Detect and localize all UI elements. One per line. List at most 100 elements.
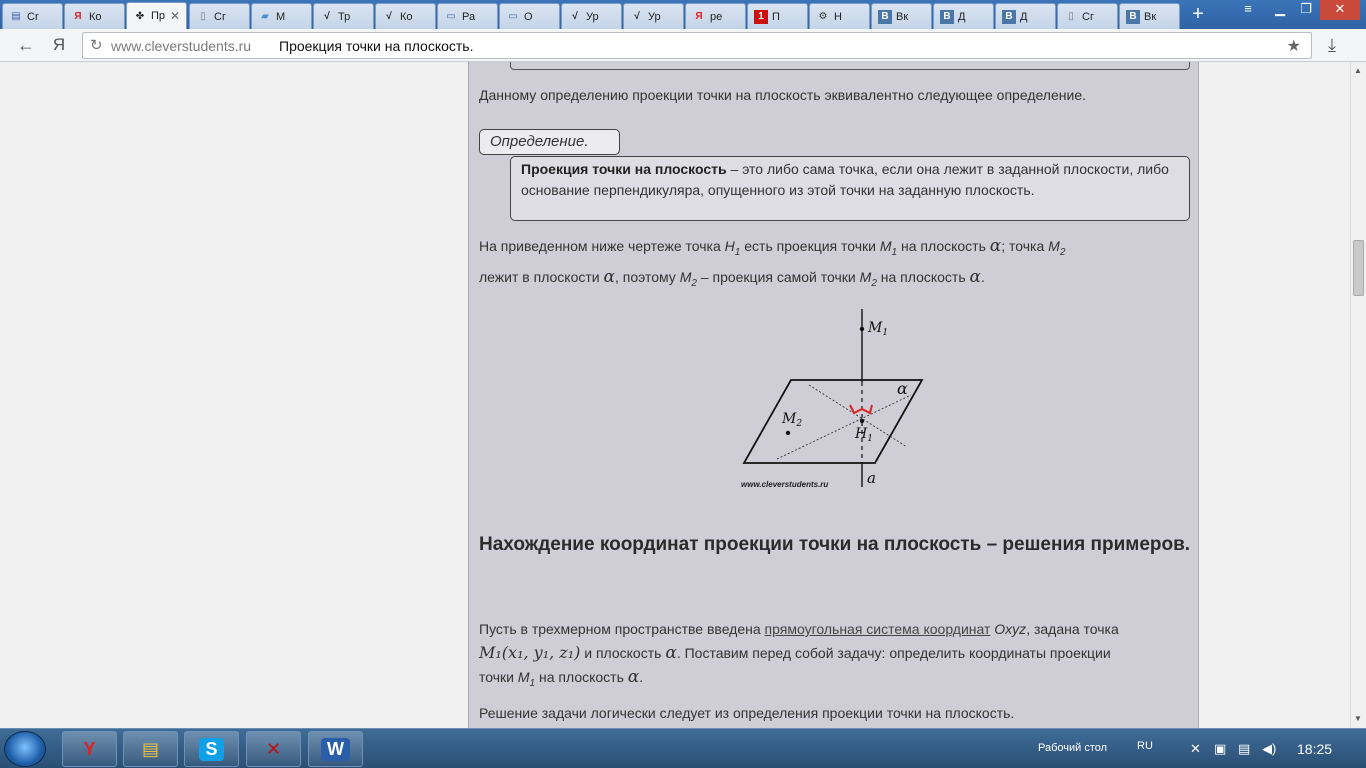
skype-icon[interactable]: S xyxy=(184,731,239,767)
tab[interactable]: ВД xyxy=(933,3,994,29)
scrollbar-thumb[interactable] xyxy=(1353,240,1364,296)
language-indicator[interactable]: RU xyxy=(1137,740,1153,752)
math-oxyz: Oxyz xyxy=(994,621,1027,637)
desktop-label[interactable]: Рабочий стол xyxy=(1038,742,1107,754)
label-m1: M1 xyxy=(867,320,888,338)
book-icon: ▭ xyxy=(446,11,456,22)
tab-label: Д xyxy=(1020,10,1028,23)
tab[interactable]: √ Ур xyxy=(623,3,684,29)
tab[interactable]: ▯ Сг xyxy=(189,3,250,29)
skype-glyph: S xyxy=(199,737,224,761)
sqrt-icon: √ xyxy=(634,11,640,22)
tab[interactable]: ВД xyxy=(995,3,1056,29)
math-m1-coordinates: M₁(x₁, y₁, z₁) xyxy=(479,643,581,662)
tab[interactable]: √ Ко xyxy=(375,3,436,29)
bookmark-star-icon[interactable]: ★ xyxy=(1287,36,1301,56)
label-line-a: a xyxy=(867,469,876,487)
math-m2: M2 xyxy=(1048,238,1066,258)
tab-label: О xyxy=(524,10,533,23)
math-alpha: α xyxy=(627,667,640,687)
tab[interactable]: В Вк xyxy=(1119,3,1180,29)
tab[interactable]: ▰ М xyxy=(251,3,312,29)
label-alpha: α xyxy=(897,379,908,398)
definition-term: Проекция точки на плоскость xyxy=(521,161,727,177)
tab[interactable]: ⚙ Н xyxy=(809,3,870,29)
toolbar: ← Я ↻ www.cleverstudents.ru Проекция точ… xyxy=(0,29,1366,62)
tab[interactable]: ▭ О xyxy=(499,3,560,29)
tab-label: Ур xyxy=(648,10,661,23)
address-domain: www.cleverstudents.ru xyxy=(111,38,252,54)
clock: 18:25 xyxy=(1297,741,1333,757)
page-scrollbar[interactable]: ▲ ▼ xyxy=(1350,62,1366,728)
label-m2: M2 xyxy=(781,411,802,429)
tab-label: Тр xyxy=(338,10,351,23)
book-icon: ▭ xyxy=(508,11,518,22)
math-alpha: α xyxy=(665,643,677,663)
tab-label: Д xyxy=(958,10,966,23)
right-angle-mark xyxy=(849,404,873,415)
tab[interactable]: В Вк xyxy=(871,3,932,29)
vk-icon: В xyxy=(878,9,892,24)
projection-diagram: M1 M2 H1 α a www.cleverstudents.ru xyxy=(741,309,924,489)
back-button[interactable]: ← xyxy=(14,35,38,57)
address-bar[interactable]: ↻ www.cleverstudents.ru Проекция точки н… xyxy=(82,32,1312,59)
yandex-browser-icon[interactable]: Y xyxy=(62,731,117,767)
point-m1 xyxy=(859,326,865,332)
label-h1: H1 xyxy=(854,426,873,444)
previous-definition-box xyxy=(510,62,1190,70)
tab[interactable]: Яре xyxy=(685,3,746,29)
tab[interactable]: Я Ко xyxy=(64,3,125,29)
start-button[interactable] xyxy=(4,731,46,767)
tab[interactable]: ▤ Cr xyxy=(2,3,63,29)
explorer-icon[interactable]: ▤ xyxy=(123,731,178,767)
sqrt-icon: √ xyxy=(324,11,330,22)
tab-bar: ▤ Cr Я Ко ✤ Пр ✕ ▯ Сг ▰ М √ Тр √ Ко ▭ Ра ▭ О √ Ур √ Ур Яре 1 П ⚙ Н В… xyxy=(0,0,1366,29)
menu-button[interactable]: ≡ xyxy=(1236,0,1260,20)
math-alpha: α xyxy=(603,266,615,287)
tab-label: Вк xyxy=(1144,10,1157,23)
watermark: www.cleverstudents.ru xyxy=(741,480,828,489)
section-heading: Нахождение координат проекции точки на п… xyxy=(479,534,1191,555)
word-icon[interactable]: W xyxy=(308,731,363,767)
tab[interactable]: ▯ Сг xyxy=(1057,3,1118,29)
reload-icon[interactable]: ↻ xyxy=(90,36,103,54)
tab-label: Вк xyxy=(896,10,909,23)
scroll-up-arrow-icon[interactable]: ▲ xyxy=(1354,66,1362,75)
definition-box: Проекция точки на плоскость – это либо с… xyxy=(510,156,1190,221)
tab[interactable]: 1П xyxy=(747,3,808,29)
tab-label: Ко xyxy=(400,10,413,23)
scroll-down-arrow-icon[interactable]: ▼ xyxy=(1354,714,1362,723)
tab-label: Ур xyxy=(586,10,599,23)
minimize-button[interactable]: ▁ xyxy=(1268,0,1292,20)
yandex-button[interactable]: Я xyxy=(50,35,68,57)
tab[interactable]: √ Тр xyxy=(313,3,374,29)
tab[interactable]: ✤ Пр ✕ xyxy=(126,2,187,29)
network-icon[interactable]: ▤ xyxy=(1238,741,1250,757)
new-tab-button[interactable]: + xyxy=(1186,4,1210,26)
network-error-icon[interactable]: ✕ xyxy=(1190,741,1201,757)
math-alpha: α xyxy=(969,266,982,287)
sqrt-icon: √ xyxy=(386,11,392,22)
figure-description-paragraph: На приведенном ниже чертеже точка H1 ест… xyxy=(479,236,1066,289)
restore-button[interactable]: ❐ xyxy=(1294,0,1318,20)
tab[interactable]: ▭ Ра xyxy=(437,3,498,29)
device-icon[interactable]: ▣ xyxy=(1214,741,1226,757)
volume-icon[interactable]: ◀) xyxy=(1262,741,1276,757)
tab[interactable]: √ Ур xyxy=(561,3,622,29)
close-window-button[interactable]: ✕ xyxy=(1320,0,1360,20)
close-tab-icon[interactable]: ✕ xyxy=(170,9,180,23)
page-icon: ▯ xyxy=(200,11,206,22)
math-m2: M2 xyxy=(859,268,877,289)
math-m2: M2 xyxy=(679,268,697,289)
pdf-icon[interactable]: ✕ xyxy=(246,731,301,767)
address-page-title: Проекция точки на плоскость. xyxy=(279,38,474,54)
vk-icon: В xyxy=(1126,9,1140,24)
equivalence-paragraph: Данному определению проекции точки на пл… xyxy=(479,87,1086,103)
one-icon: 1 xyxy=(754,9,768,24)
gear-icon: ⚙ xyxy=(818,11,828,22)
download-icon[interactable]: ⤓ xyxy=(1328,35,1336,56)
word-glyph: W xyxy=(321,737,350,761)
coordinate-system-link[interactable]: прямоугольная система координат xyxy=(765,621,991,637)
explorer-glyph: ▤ xyxy=(141,738,159,759)
vk-icon: В xyxy=(1002,9,1016,24)
